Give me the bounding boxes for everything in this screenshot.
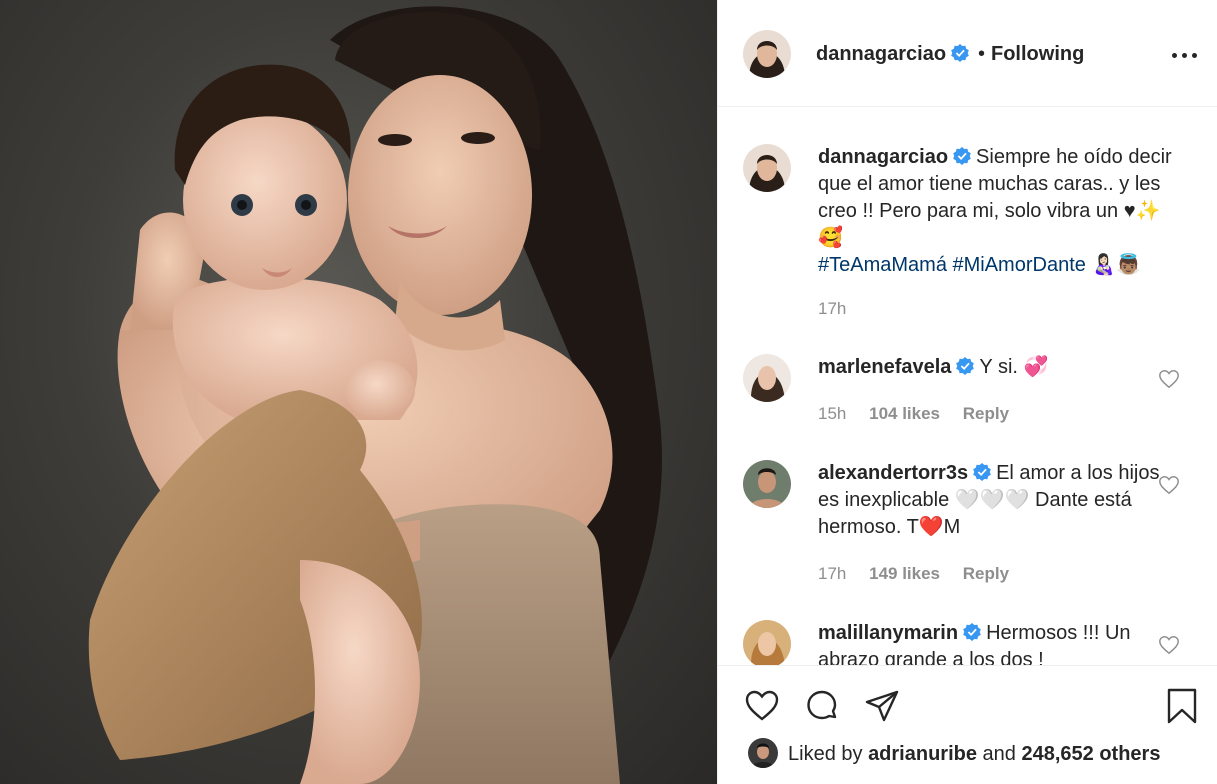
verified-badge-icon <box>963 623 981 641</box>
heart-icon[interactable] <box>1158 368 1180 390</box>
liked-by: Liked by adrianuribe and 248,652 others <box>748 738 1160 768</box>
liked-by-prefix: Liked by <box>788 743 863 765</box>
comment-username[interactable]: marlenefavela <box>818 356 975 378</box>
verified-badge-icon <box>973 463 991 481</box>
commenter-avatar[interactable] <box>743 460 791 508</box>
like-heart-icon[interactable] <box>742 686 782 726</box>
comment-body: alexandertorr3s El amor a los hijos es in… <box>818 460 1163 541</box>
author-username-text[interactable]: dannagarciao <box>816 43 946 65</box>
comments-list[interactable]: dannagarciao Siempre he oído decir que el… <box>718 108 1217 665</box>
following-button[interactable]: Following <box>991 43 1084 66</box>
caption-meta: 17h <box>818 299 864 319</box>
commenter-avatar[interactable] <box>743 620 791 665</box>
heart-icon[interactable] <box>1158 634 1180 656</box>
post-details-panel: dannagarciao • Following dannagarciao Sie… <box>717 0 1217 784</box>
comment-meta: 17h 149 likes Reply <box>818 564 1027 584</box>
caption-body: dannagarciao Siempre he oído decir que el… <box>818 144 1178 279</box>
reply-button[interactable]: Reply <box>963 564 1009 583</box>
caption-hashtags[interactable]: #TeAmaMamá #MiAmorDante <box>818 254 1086 276</box>
comment-body: malillanymarin Hermosos !!! Un abrazo gra… <box>818 620 1163 665</box>
comment-likes[interactable]: 149 likes <box>869 564 940 583</box>
bookmark-icon[interactable] <box>1162 686 1202 726</box>
post-actions: Liked by adrianuribe and 248,652 others <box>718 665 1217 784</box>
comment-username[interactable]: malillanymarin <box>818 622 981 644</box>
verified-badge-icon <box>953 147 971 165</box>
caption-time[interactable]: 17h <box>818 299 846 318</box>
liked-by-others[interactable]: 248,652 others <box>1021 743 1160 765</box>
comment-bubble-icon[interactable] <box>802 686 842 726</box>
comment-username[interactable]: alexandertorr3s <box>818 462 991 484</box>
caption-emoji: 👩🏻‍🍼👼🏽 <box>1091 254 1142 276</box>
author-avatar[interactable] <box>743 30 791 78</box>
comment-likes[interactable]: 104 likes <box>869 404 940 423</box>
comment-text: Y si. 💞 <box>979 356 1049 378</box>
reply-button[interactable]: Reply <box>963 404 1009 423</box>
commenter-avatar[interactable] <box>743 354 791 402</box>
post-header: dannagarciao • Following <box>718 0 1217 107</box>
more-icon[interactable] <box>1170 40 1200 70</box>
comment-body: marlenefavela Y si. 💞 <box>818 354 1163 381</box>
caption-username[interactable]: dannagarciao <box>818 146 971 168</box>
liked-by-and: and <box>982 743 1016 765</box>
verified-badge-icon <box>951 44 969 62</box>
author-username[interactable]: dannagarciao <box>816 43 969 66</box>
liker-avatar[interactable] <box>748 738 778 768</box>
comment-meta: 15h 104 likes Reply <box>818 404 1027 424</box>
separator-dot: • <box>978 43 986 65</box>
caption-avatar[interactable] <box>743 144 791 192</box>
post-image[interactable] <box>0 0 717 784</box>
comment-time[interactable]: 17h <box>818 564 846 583</box>
comment-time[interactable]: 15h <box>818 404 846 423</box>
mother-and-baby-photo <box>88 6 662 784</box>
verified-badge-icon <box>956 357 975 375</box>
liked-by-user[interactable]: adrianuribe <box>868 743 977 765</box>
share-send-icon[interactable] <box>862 686 902 726</box>
heart-icon[interactable] <box>1158 474 1180 496</box>
